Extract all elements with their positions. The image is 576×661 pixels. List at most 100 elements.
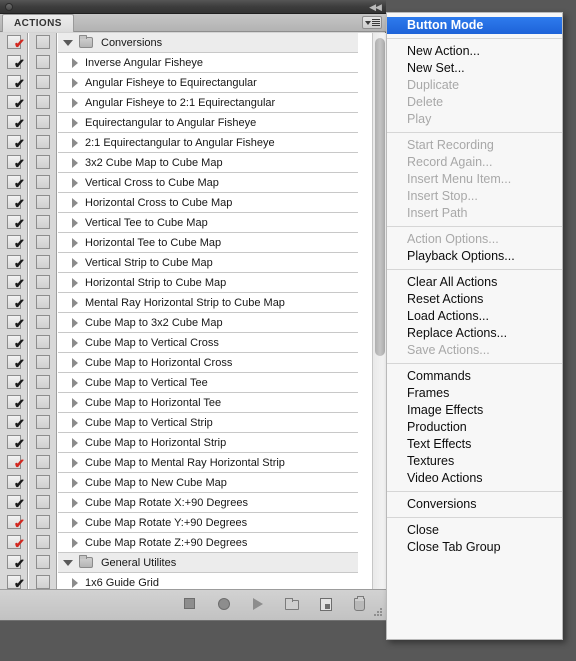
action-row-body[interactable]: Inverse Angular Fisheye bbox=[58, 53, 358, 73]
action-row-body[interactable]: Cube Map to Vertical Cross bbox=[58, 333, 358, 353]
menu-item-playback-options[interactable]: Playback Options... bbox=[387, 248, 562, 265]
dialog-toggle-checkbox[interactable] bbox=[36, 155, 50, 169]
action-row[interactable]: ✔ Angular Fisheye to 2:1 Equirectangular bbox=[0, 93, 386, 113]
action-row-body[interactable]: Angular Fisheye to 2:1 Equirectangular bbox=[58, 93, 358, 113]
action-row[interactable]: ✔ Cube Map to Mental Ray Horizontal Strip bbox=[0, 453, 386, 473]
record-button[interactable] bbox=[216, 596, 232, 612]
toggle-checkbox[interactable]: ✔ bbox=[7, 435, 25, 450]
menu-item-new-action[interactable]: New Action... bbox=[387, 43, 562, 60]
toggle-checkbox[interactable]: ✔ bbox=[7, 455, 25, 470]
toggle-checkbox[interactable]: ✔ bbox=[7, 295, 25, 310]
action-set-row[interactable]: ✔ Conversions bbox=[0, 33, 386, 53]
action-row-body[interactable]: Vertical Tee to Cube Map bbox=[58, 213, 358, 233]
toggle-checkbox[interactable]: ✔ bbox=[7, 35, 25, 50]
dialog-toggle-checkbox[interactable] bbox=[36, 255, 50, 269]
toggle-checkbox[interactable]: ✔ bbox=[7, 375, 25, 390]
action-row-body[interactable]: Cube Map to 3x2 Cube Map bbox=[58, 313, 358, 333]
dialog-toggle-checkbox[interactable] bbox=[36, 295, 50, 309]
toggle-checkbox[interactable]: ✔ bbox=[7, 195, 25, 210]
menu-item-replace-actions[interactable]: Replace Actions... bbox=[387, 325, 562, 342]
toggle-checkbox[interactable]: ✔ bbox=[7, 535, 25, 550]
toggle-checkbox[interactable]: ✔ bbox=[7, 275, 25, 290]
menu-item-production[interactable]: Production bbox=[387, 419, 562, 436]
dialog-toggle-checkbox[interactable] bbox=[36, 115, 50, 129]
dialog-toggle-checkbox[interactable] bbox=[36, 415, 50, 429]
dialog-toggle-checkbox[interactable] bbox=[36, 95, 50, 109]
action-row-body[interactable]: Horizontal Tee to Cube Map bbox=[58, 233, 358, 253]
action-row[interactable]: ✔ 1x6 Guide Grid bbox=[0, 573, 386, 589]
tab-actions[interactable]: ACTIONS bbox=[2, 14, 74, 32]
action-row[interactable]: ✔ Inverse Angular Fisheye bbox=[0, 53, 386, 73]
dialog-toggle-checkbox[interactable] bbox=[36, 135, 50, 149]
menu-item-conversions[interactable]: Conversions bbox=[387, 496, 562, 513]
dialog-toggle-checkbox[interactable] bbox=[36, 175, 50, 189]
action-row-body[interactable]: Cube Map to Vertical Strip bbox=[58, 413, 358, 433]
actions-list[interactable]: ✔ Conversions ✔ Inverse Angular Fisheye ✔ Ang… bbox=[0, 33, 386, 589]
action-row-body[interactable]: 3x2 Cube Map to Cube Map bbox=[58, 153, 358, 173]
action-row[interactable]: ✔ Vertical Cross to Cube Map bbox=[0, 173, 386, 193]
action-row-body[interactable]: Cube Map to Mental Ray Horizontal Strip bbox=[58, 453, 358, 473]
menu-item-image-effects[interactable]: Image Effects bbox=[387, 402, 562, 419]
action-row[interactable]: ✔ Cube Map to Vertical Strip bbox=[0, 413, 386, 433]
action-row[interactable]: ✔ Cube Map Rotate Y:+90 Degrees bbox=[0, 513, 386, 533]
toggle-checkbox[interactable]: ✔ bbox=[7, 255, 25, 270]
toggle-checkbox[interactable]: ✔ bbox=[7, 315, 25, 330]
action-row[interactable]: ✔ Cube Map Rotate X:+90 Degrees bbox=[0, 493, 386, 513]
twisty-right-icon[interactable] bbox=[72, 257, 78, 268]
action-row-body[interactable]: Horizontal Cross to Cube Map bbox=[58, 193, 358, 213]
twisty-right-icon[interactable] bbox=[72, 357, 78, 368]
action-row-body[interactable]: Cube Map to Vertical Tee bbox=[58, 373, 358, 393]
dialog-toggle-checkbox[interactable] bbox=[36, 395, 50, 409]
toggle-checkbox[interactable]: ✔ bbox=[7, 575, 25, 589]
twisty-right-icon[interactable] bbox=[72, 297, 78, 308]
resize-grip-icon[interactable] bbox=[373, 607, 383, 617]
menu-item-close-tab-group[interactable]: Close Tab Group bbox=[387, 539, 562, 556]
collapse-arrows-icon[interactable]: ◀◀ bbox=[368, 2, 382, 12]
dialog-toggle-checkbox[interactable] bbox=[36, 455, 50, 469]
twisty-right-icon[interactable] bbox=[72, 337, 78, 348]
action-row[interactable]: ✔ Angular Fisheye to Equirectangular bbox=[0, 73, 386, 93]
action-row-body[interactable]: Equirectangular to Angular Fisheye bbox=[58, 113, 358, 133]
new-action-button[interactable] bbox=[318, 596, 334, 612]
action-row-body[interactable]: Angular Fisheye to Equirectangular bbox=[58, 73, 358, 93]
action-row[interactable]: ✔ Cube Map to Vertical Tee bbox=[0, 373, 386, 393]
action-row-body[interactable]: Vertical Cross to Cube Map bbox=[58, 173, 358, 193]
panel-context-menu[interactable]: Button Mode New Action... New Set... Duplic… bbox=[386, 12, 563, 640]
twisty-right-icon[interactable] bbox=[72, 437, 78, 448]
menu-item-new-set[interactable]: New Set... bbox=[387, 60, 562, 77]
toggle-checkbox[interactable]: ✔ bbox=[7, 395, 25, 410]
action-row-body[interactable]: General Utilites bbox=[58, 553, 358, 573]
stop-button[interactable] bbox=[182, 596, 198, 612]
toggle-checkbox[interactable]: ✔ bbox=[7, 355, 25, 370]
toggle-checkbox[interactable]: ✔ bbox=[7, 495, 25, 510]
twisty-right-icon[interactable] bbox=[72, 417, 78, 428]
twisty-right-icon[interactable] bbox=[72, 217, 78, 228]
dialog-toggle-checkbox[interactable] bbox=[36, 235, 50, 249]
action-row-body[interactable]: Cube Map to Horizontal Strip bbox=[58, 433, 358, 453]
action-row[interactable]: ✔ Cube Map Rotate Z:+90 Degrees bbox=[0, 533, 386, 553]
dialog-toggle-checkbox[interactable] bbox=[36, 555, 50, 569]
twisty-right-icon[interactable] bbox=[72, 137, 78, 148]
action-row[interactable]: ✔ Cube Map to New Cube Map bbox=[0, 473, 386, 493]
action-row-body[interactable]: Cube Map Rotate Z:+90 Degrees bbox=[58, 533, 358, 553]
toggle-checkbox[interactable]: ✔ bbox=[7, 555, 25, 570]
menu-item-text-effects[interactable]: Text Effects bbox=[387, 436, 562, 453]
dialog-toggle-checkbox[interactable] bbox=[36, 495, 50, 509]
menu-item-clear-all-actions[interactable]: Clear All Actions bbox=[387, 274, 562, 291]
dialog-toggle-checkbox[interactable] bbox=[36, 215, 50, 229]
action-row[interactable]: ✔ Mental Ray Horizontal Strip to Cube Map bbox=[0, 293, 386, 313]
toggle-checkbox[interactable]: ✔ bbox=[7, 235, 25, 250]
toggle-checkbox[interactable]: ✔ bbox=[7, 135, 25, 150]
dialog-toggle-checkbox[interactable] bbox=[36, 515, 50, 529]
menu-item-video-actions[interactable]: Video Actions bbox=[387, 470, 562, 487]
toggle-checkbox[interactable]: ✔ bbox=[7, 115, 25, 130]
action-row[interactable]: ✔ Vertical Tee to Cube Map bbox=[0, 213, 386, 233]
dialog-toggle-checkbox[interactable] bbox=[36, 535, 50, 549]
action-row-body[interactable]: Vertical Strip to Cube Map bbox=[58, 253, 358, 273]
vertical-scrollbar[interactable] bbox=[372, 33, 386, 589]
action-row[interactable]: ✔ Cube Map to Horizontal Strip bbox=[0, 433, 386, 453]
twisty-right-icon[interactable] bbox=[72, 177, 78, 188]
twisty-right-icon[interactable] bbox=[72, 377, 78, 388]
action-row[interactable]: ✔ Cube Map to 3x2 Cube Map bbox=[0, 313, 386, 333]
toggle-checkbox[interactable]: ✔ bbox=[7, 475, 25, 490]
